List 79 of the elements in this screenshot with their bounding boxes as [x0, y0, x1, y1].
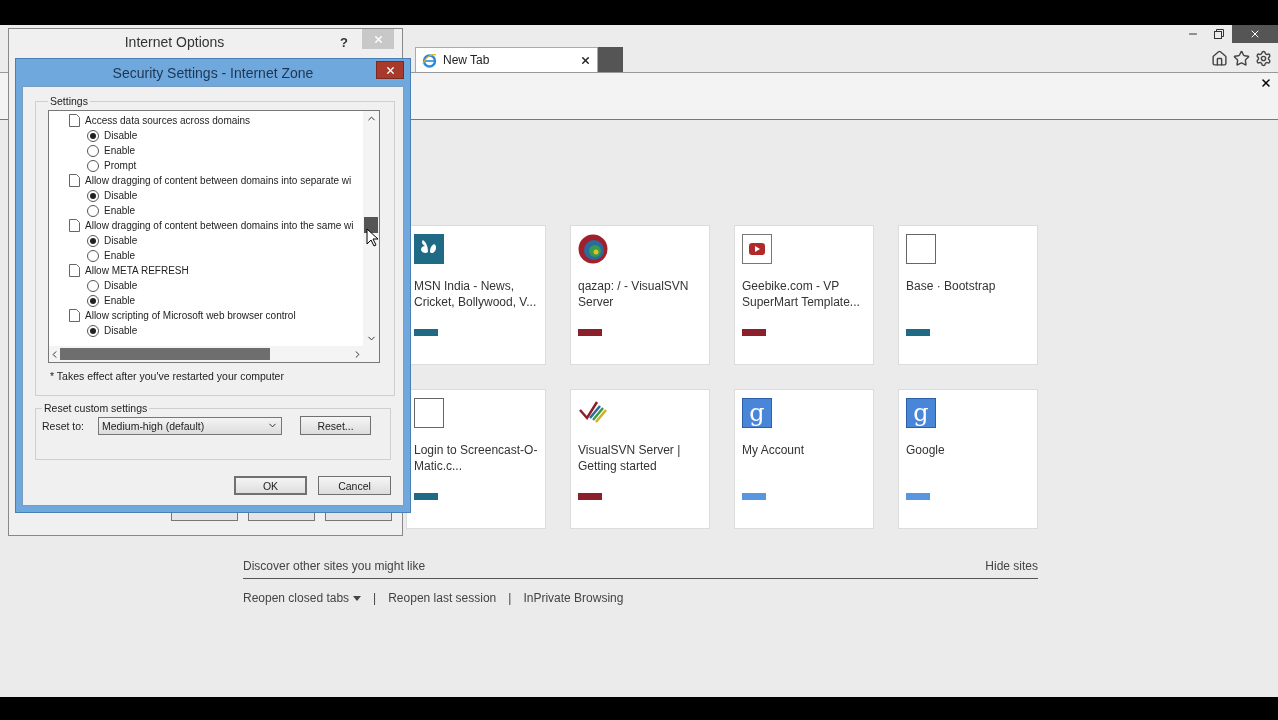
- site-tile[interactable]: VisualSVN Server | Getting started: [570, 389, 710, 529]
- home-icon[interactable]: [1211, 50, 1228, 67]
- site-tile[interactable]: g My Account: [734, 389, 874, 529]
- reset-label: Reset to:: [42, 419, 85, 432]
- group-label: Reset custom settings: [43, 402, 149, 414]
- dialog-button[interactable]: OK: [234, 476, 307, 495]
- radio-option[interactable]: Disable: [69, 278, 138, 293]
- dialog-button[interactable]: Cancel: [318, 476, 391, 495]
- link-separator: |: [508, 591, 512, 605]
- radio-button[interactable]: [87, 234, 99, 247]
- radio-button[interactable]: [87, 249, 99, 262]
- radio-button[interactable]: [87, 189, 99, 202]
- radio-option[interactable]: Enable: [69, 293, 136, 308]
- site-tile[interactable]: Base · Bootstrap: [898, 225, 1038, 365]
- radio-button[interactable]: [87, 204, 99, 217]
- help-button[interactable]: ?: [340, 34, 348, 50]
- radio-button[interactable]: [87, 129, 99, 142]
- radio-option[interactable]: Enable: [69, 248, 136, 263]
- setting-item: Allow dragging of content between domains into the same wi: [69, 218, 354, 233]
- window-title: Internet Options: [123, 34, 226, 50]
- radio-option[interactable]: Disable: [69, 188, 138, 203]
- document-icon: [69, 219, 80, 232]
- blank-page-icon: [906, 234, 936, 264]
- restore-icon: [1214, 29, 1224, 39]
- radio-option[interactable]: Disable: [69, 233, 138, 248]
- video-play-icon: [742, 234, 772, 264]
- scrollbar-thumb[interactable]: [60, 348, 270, 360]
- radio-option[interactable]: Disable: [69, 128, 138, 143]
- close-button[interactable]: [376, 61, 404, 79]
- site-tile[interactable]: Login to Screencast-O-Matic.c...: [406, 389, 546, 529]
- radio-option[interactable]: Prompt: [69, 158, 137, 173]
- restart-note: * Takes effect after you've restarted your computer: [50, 370, 285, 382]
- site-tile[interactable]: Geebike.com - VP SuperMart Template...: [734, 225, 874, 365]
- radio-button[interactable]: [87, 294, 99, 307]
- browser-tab[interactable]: New Tab: [415, 47, 598, 72]
- document-icon: [69, 174, 80, 187]
- radio-button[interactable]: [87, 324, 99, 337]
- radio-button[interactable]: [87, 159, 99, 172]
- window-title: Security Settings - Internet Zone: [111, 64, 315, 81]
- document-icon: [69, 264, 80, 277]
- group-label: Settings: [49, 95, 89, 107]
- link-separator: |: [373, 591, 377, 605]
- page-link[interactable]: Reopen last session: [388, 591, 497, 605]
- globe-icon: [578, 234, 608, 264]
- setting-item: Allow META REFRESH: [69, 263, 189, 278]
- discover-sites-link[interactable]: Discover other sites you might like: [243, 559, 426, 573]
- butterfly-icon: [414, 234, 444, 264]
- blank-page-icon: [414, 398, 444, 428]
- close-icon[interactable]: [1260, 77, 1272, 89]
- radio-option[interactable]: Enable: [69, 203, 136, 218]
- radio-button[interactable]: [87, 144, 99, 157]
- horizontal-scrollbar[interactable]: [49, 346, 363, 362]
- site-tile[interactable]: g Google: [898, 389, 1038, 529]
- page-link[interactable]: Reopen closed tabs: [243, 591, 362, 605]
- close-tab-icon[interactable]: [580, 54, 591, 66]
- reset-button[interactable]: Reset...: [300, 416, 372, 435]
- close-icon: [384, 64, 396, 76]
- radio-option[interactable]: Enable: [69, 143, 136, 158]
- browser-e-icon: [422, 52, 437, 68]
- hide-sites-link[interactable]: Hide sites: [985, 559, 1038, 573]
- site-tile[interactable]: qazap: / - VisualSVN Server: [570, 225, 710, 365]
- document-icon: [69, 309, 80, 322]
- settings-icon[interactable]: [1255, 50, 1272, 67]
- vertical-scrollbar[interactable]: [363, 111, 379, 346]
- reset-level-dropdown[interactable]: Medium-high (default): [98, 416, 283, 435]
- favorites-star-icon[interactable]: [1233, 50, 1250, 67]
- setting-item: Allow dragging of content between domains into separate wi: [69, 173, 352, 188]
- setting-item: Allow scripting of Microsoft web browser control: [69, 308, 296, 323]
- scrollbar-thumb[interactable]: [364, 217, 378, 233]
- radio-button[interactable]: [87, 279, 99, 292]
- radio-option[interactable]: Disable: [69, 323, 138, 338]
- g-logo-icon: g: [742, 398, 772, 428]
- close-icon: [372, 33, 384, 45]
- close-icon: [1249, 28, 1261, 40]
- document-icon: [69, 114, 80, 127]
- caret-icon: [353, 595, 362, 601]
- page-link[interactable]: InPrivate Browsing: [523, 591, 624, 605]
- setting-item: Access data sources across domains: [69, 113, 251, 128]
- g-logo-icon: g: [906, 398, 936, 428]
